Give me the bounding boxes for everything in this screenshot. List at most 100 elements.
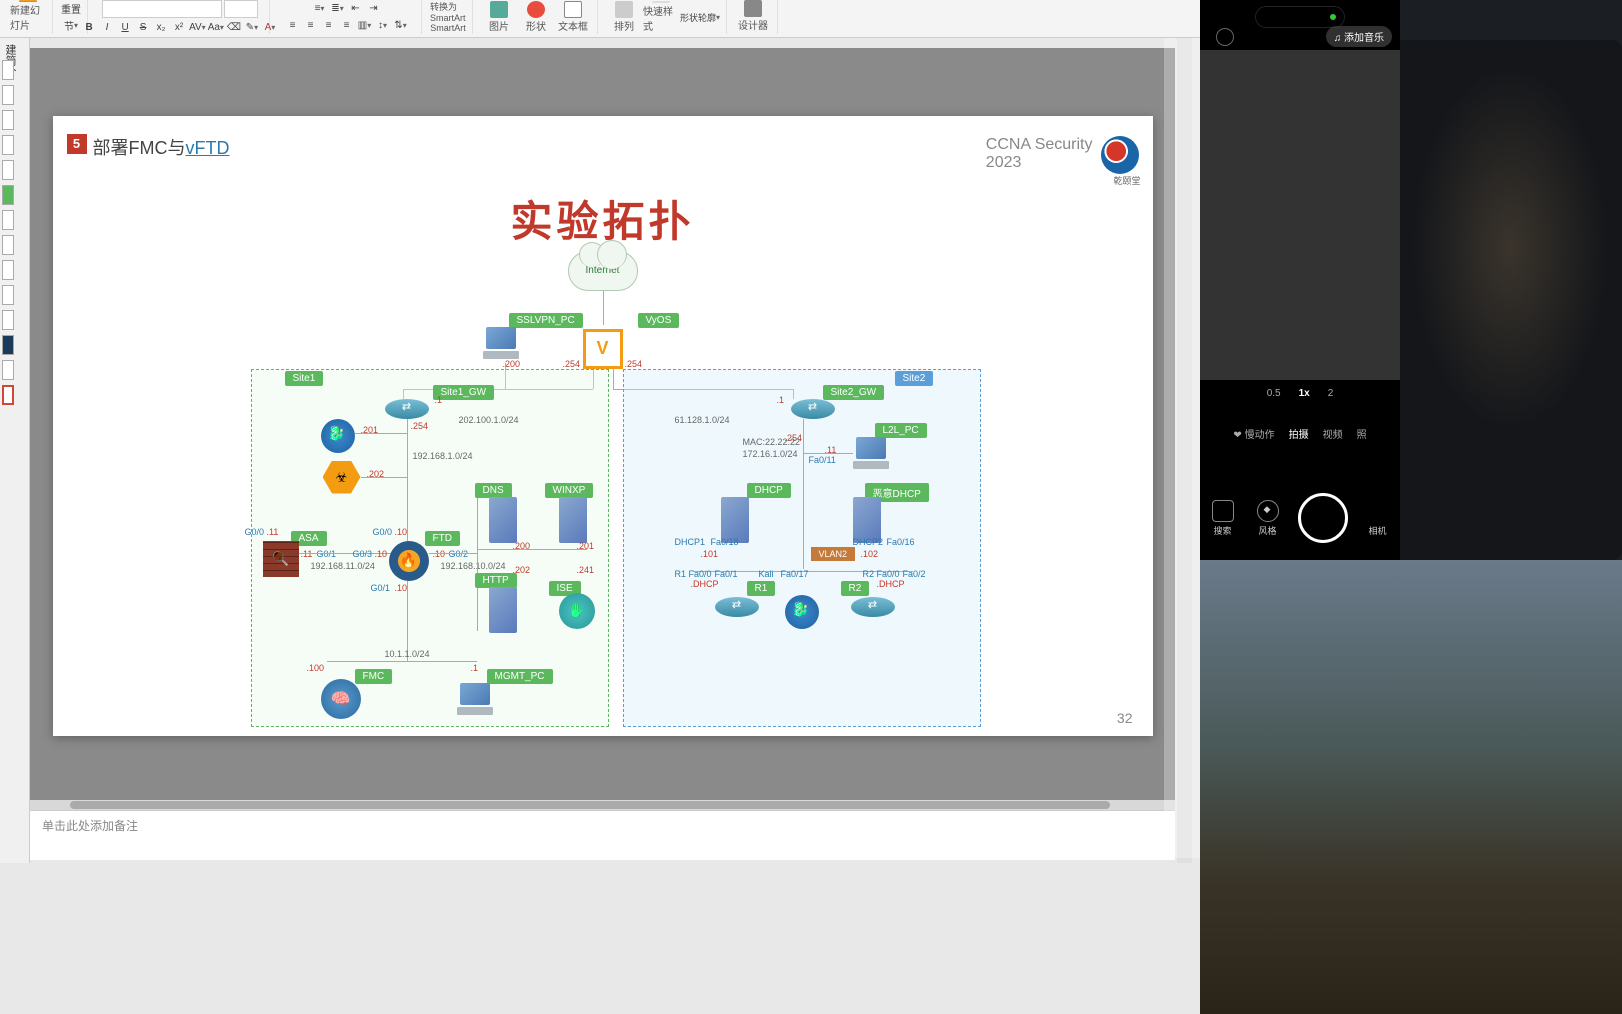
current-slide[interactable]: 5 部署FMC与vFTD CCNA Security 2023 乾颐堂 实验拓扑… [53,116,1153,736]
zoom-0.5-button[interactable]: 0.5 [1267,388,1281,399]
align-left-button[interactable]: ≡ [285,18,301,34]
slide-thumbnail[interactable] [2,110,14,130]
port-label: Fa0/1 [715,569,738,579]
ise-icon [559,593,595,629]
connector-line [613,369,614,389]
numbering-button[interactable]: ≣▾ [330,0,346,16]
ribbon-slides-group: 新建幻灯片 [4,0,53,34]
slide-page-number: 32 [1117,710,1133,726]
smartart-label1: 转换为SmartArt [430,0,466,23]
zoom-1x-button[interactable]: 1x [1299,388,1310,399]
port-label: Fa0/17 [781,569,809,579]
indent-button[interactable]: ⇥ [366,0,382,16]
sub-button[interactable]: x₂ [153,19,169,35]
port-label: Fa0/11 [809,455,836,465]
text-direction-button[interactable]: ⇅▾ [393,18,409,34]
style-button[interactable]: ◆ 风格 [1253,500,1283,537]
mode-slowmo[interactable]: ❤ 慢动作 [1233,426,1274,441]
notes-placeholder: 单击此处添加备注 [42,819,138,833]
slide-thumbnail[interactable] [2,360,14,380]
columns-button[interactable]: ▥▾ [357,18,373,34]
ip-label: .1 [777,395,785,405]
shapes-button[interactable]: 形状 [518,1,554,33]
slide-thumbnail[interactable] [2,210,14,230]
port-label: Fa0/16 [887,537,915,547]
notes-pane[interactable]: 单击此处添加备注 [30,810,1175,860]
ip-label: .10 [433,549,446,559]
italic-button[interactable]: I [99,19,115,35]
shape-outline-button[interactable]: 形状轮廓▾ [680,9,720,25]
camera-mode-row: ❤ 慢动作 拍摄 视频 照 [1200,426,1400,441]
font-family-input[interactable] [102,0,222,18]
bold-button[interactable]: B [81,19,97,35]
ribbon-font-group: B I U S x₂ x² AV▾ Aa▾ ⌫ ✎▾ A▾ [90,0,270,34]
align-justify-button[interactable]: ≡ [339,18,355,34]
textbox-icon [564,1,582,18]
quick-style-button[interactable]: 快速样式 [643,1,679,33]
port-label: G0/0 [245,527,265,537]
picture-icon [490,1,508,18]
slide-thumbnail[interactable] [2,285,14,305]
bullets-button[interactable]: ≡▾ [312,0,328,16]
section-button[interactable]: 节▾ [63,18,79,34]
ip-label: .1 [435,395,443,405]
slide-thumbnail[interactable] [2,135,14,155]
textbox-button[interactable]: 文本框 [555,1,591,33]
arrange-button[interactable]: 排列 [606,1,642,33]
pc-icon [481,327,521,363]
new-slide-button[interactable]: 新建幻灯片 [10,0,46,32]
slide-thumbnail[interactable] [2,310,14,330]
char-spacing-button[interactable]: AV▾ [189,19,206,35]
desktop-wallpaper [1200,560,1622,1014]
underline-button[interactable]: U [117,19,133,35]
designer-button[interactable]: 设计器 [735,0,771,32]
outdent-button[interactable]: ⇤ [348,0,364,16]
slide-thumbnail[interactable] [2,160,14,180]
slide-thumbnail[interactable] [2,60,14,80]
connector-line [429,553,477,554]
slide-thumbnail[interactable] [2,335,14,355]
clear-format-button[interactable]: ⌫ [226,19,242,35]
slide-thumbnail[interactable] [2,235,14,255]
mode-more[interactable]: 照 [1357,426,1367,441]
zoom-2-button[interactable]: 2 [1328,388,1334,399]
slide-thumbnail[interactable] [2,185,14,205]
slide-thumbnail[interactable] [2,260,14,280]
strike-button[interactable]: S [135,19,151,35]
camera-viewfinder[interactable] [1200,50,1400,380]
fmc-icon [321,679,361,719]
picture-button[interactable]: 图片 [481,1,517,33]
smartart-button[interactable]: 转换为SmartArt SmartArt [430,0,466,32]
align-center-button[interactable]: ≡ [303,18,319,34]
reset-button[interactable]: 重置 [61,0,81,16]
designer-icon [744,0,762,17]
brand-logo-icon [1101,136,1139,174]
change-case-button[interactable]: Aa▾ [208,19,224,35]
port-label: Fa0/0 [689,569,712,579]
add-music-button[interactable]: ♫ 添加音乐 [1326,26,1392,47]
slide-thumbnails [0,58,15,658]
align-right-button[interactable]: ≡ [321,18,337,34]
camera-label-group[interactable]: 相机 [1363,500,1393,537]
horizontal-scrollbar[interactable] [30,800,1175,810]
slide-thumbnail-current[interactable] [2,385,14,405]
slide-canvas[interactable]: 5 部署FMC与vFTD CCNA Security 2023 乾颐堂 实验拓扑… [30,48,1175,803]
ip-label: .202 [513,565,531,575]
shutter-button[interactable] [1298,493,1348,543]
ip-label: .254 [563,359,581,369]
port-label: Fa0/0 [877,569,900,579]
highlight-button[interactable]: ✎▾ [244,19,260,35]
slide-thumbnail[interactable] [2,85,14,105]
font-size-input[interactable] [224,0,258,18]
port-label: Fa0/18 [711,537,739,547]
mode-shoot[interactable]: 拍摄 [1289,426,1309,441]
camera-bottom-bar: 搜索 ◆ 风格 相机 [1200,471,1400,565]
sup-button[interactable]: x² [171,19,187,35]
r1-label: R1 [747,581,776,596]
gallery-button[interactable]: 搜索 [1208,500,1238,537]
scrollbar-thumb[interactable] [70,801,1110,809]
mode-video[interactable]: 视频 [1323,426,1343,441]
port-label: G0/1 [371,583,391,593]
line-spacing-button[interactable]: ↕▾ [375,18,391,34]
ribbon-smartart-group: 转换为SmartArt SmartArt [424,0,473,34]
